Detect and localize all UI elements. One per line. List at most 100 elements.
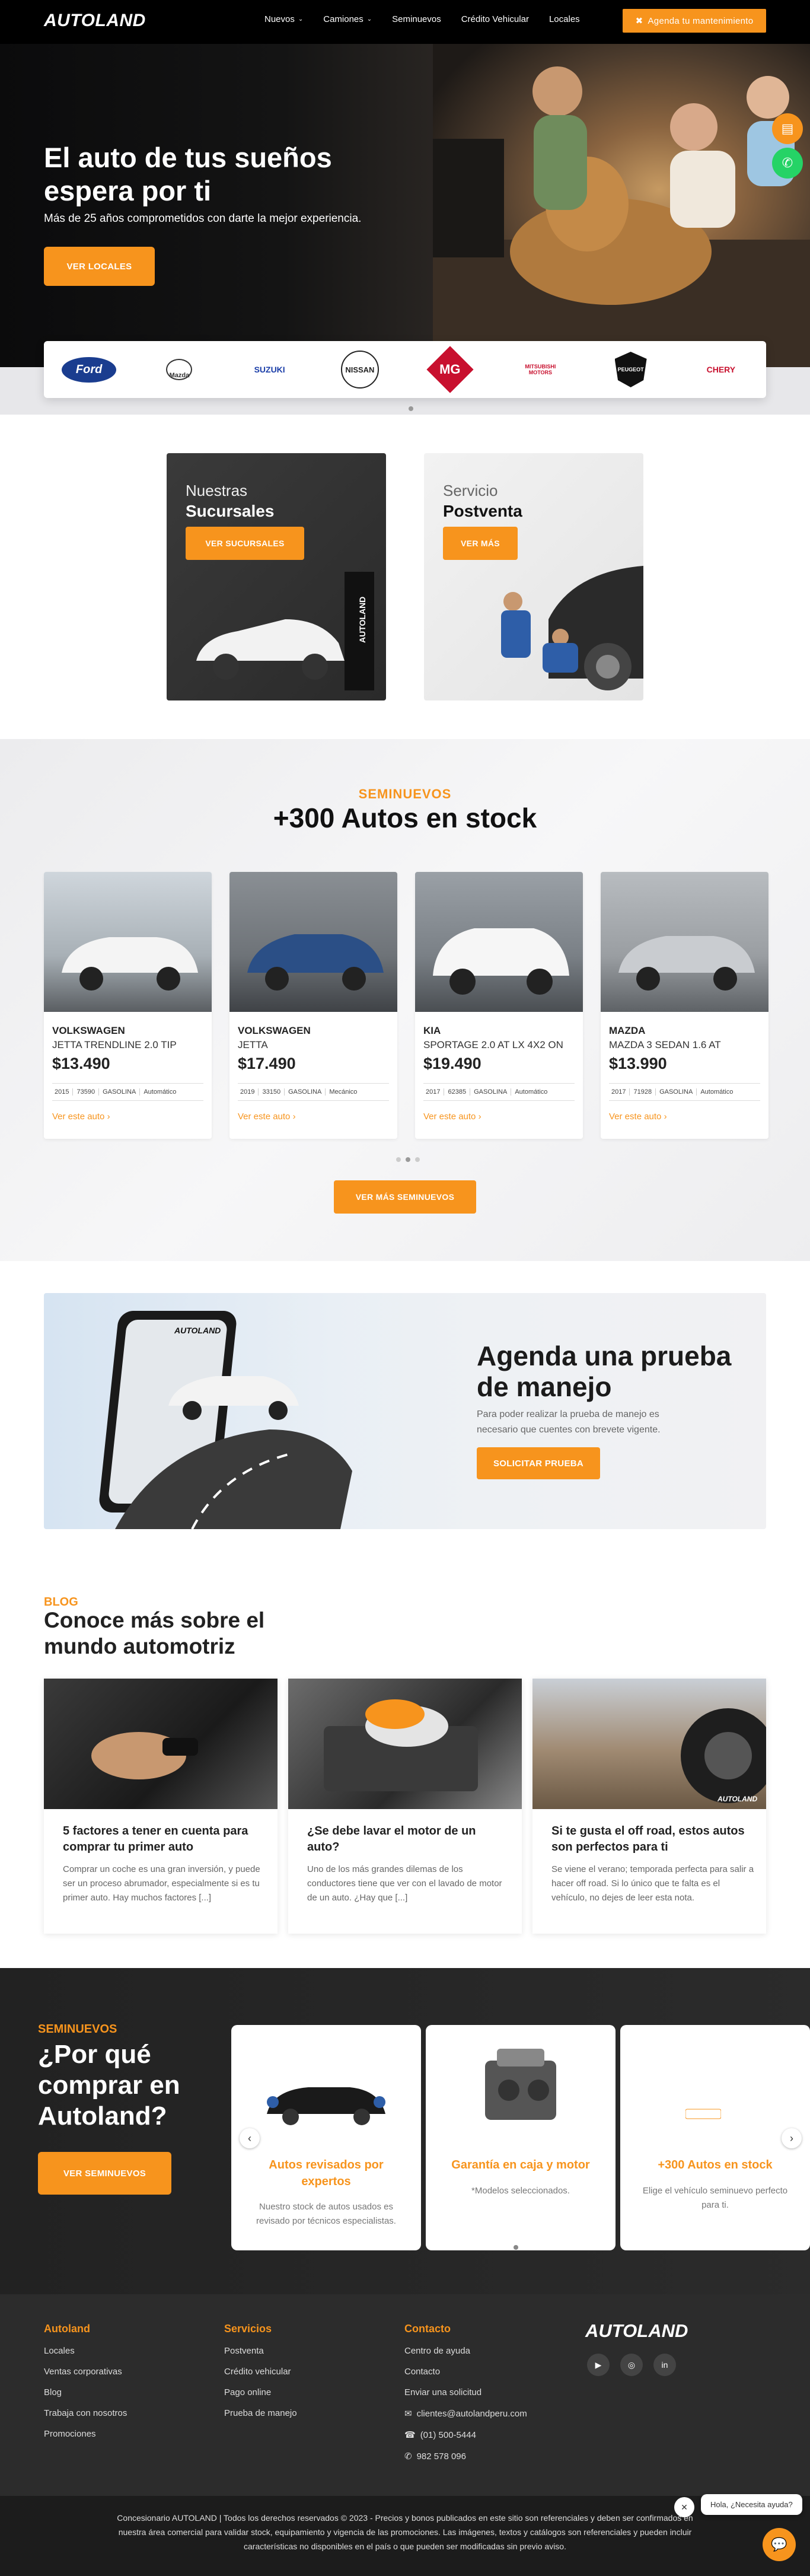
footer-link[interactable]: Blog (44, 2387, 127, 2397)
solicitar-prueba-button[interactable]: SOLICITAR PRUEBA (477, 1447, 600, 1479)
brand-suzuki-logo[interactable]: SUZUKI (231, 352, 308, 387)
chevron-right-icon: › (664, 1112, 667, 1122)
nav-credito[interactable]: Crédito Vehicular (461, 14, 529, 24)
car-card[interactable]: KIA SPORTAGE 2.0 AT LX 4X2 ON $19.490 20… (415, 872, 583, 1139)
nav-camiones[interactable]: Camiones ⌄ (323, 14, 372, 24)
footer-link[interactable]: Ventas corporativas (44, 2367, 127, 2377)
car-card[interactable]: MAZDA MAZDA 3 SEDAN 1.6 AT $13.990 2017 7… (601, 872, 768, 1139)
brand-ford-logo[interactable]: Ford (50, 352, 127, 387)
footer-link[interactable]: Contacto (404, 2367, 527, 2377)
chevron-down-icon: ⌄ (366, 16, 372, 23)
blog-post-title[interactable]: 5 factores a tener en cuenta para compra… (63, 1823, 264, 1855)
car-card[interactable]: VOLKSWAGEN JETTA $17.490 2019 33150 GASOLI… (229, 872, 397, 1139)
blog-photo-engine (288, 1679, 522, 1809)
nav-seminuevos[interactable]: Seminuevos (392, 14, 441, 24)
footer-link[interactable]: Prueba de manejo (224, 2408, 297, 2418)
car-brand: KIA (423, 1025, 441, 1036)
blog-post-card[interactable]: AUTOLAND Si te gusta el off road, estos … (532, 1679, 776, 1934)
brand-mg-logo[interactable]: MG (412, 346, 489, 393)
close-icon[interactable]: ✕ (674, 2497, 694, 2517)
carousel-dot[interactable] (406, 1157, 410, 1162)
agenda-mantenimiento-button[interactable]: ✖ Agenda tu mantenimiento (623, 9, 766, 33)
wrench-icon: ✖ (635, 16, 643, 26)
blog-post-title[interactable]: ¿Se debe lavar el motor de un auto? (307, 1823, 509, 1855)
site-logo[interactable]: AUTOLAND (44, 11, 146, 31)
car-specs: 2019 33150 GASOLINA Mecánico (238, 1083, 389, 1101)
services-section: Nuestras Sucursales VER SUCURSALES AUTOL… (0, 415, 810, 739)
footer-logo[interactable]: AUTOLAND (585, 2320, 688, 2342)
brand-nissan-logo[interactable]: NISSAN (321, 351, 398, 389)
chat-icon[interactable]: 💬 (763, 2528, 796, 2561)
car-card[interactable]: VOLKSWAGEN JETTA TRENDLINE 2.0 TIP $13.4… (44, 872, 212, 1139)
car-brand: VOLKSWAGEN (52, 1025, 125, 1036)
instagram-icon[interactable]: ◎ (620, 2354, 643, 2376)
footer-phone-link[interactable]: ☎ (01) 500-5444 (404, 2429, 527, 2441)
footer-link[interactable]: Enviar una solicitud (404, 2387, 527, 2397)
blog-post-title[interactable]: Si te gusta el off road, estos autos son… (551, 1823, 753, 1855)
ver-este-auto-link[interactable]: Ver este auto › (609, 1112, 667, 1122)
footer-link[interactable]: Promociones (44, 2429, 127, 2439)
youtube-icon[interactable]: ▶ (587, 2354, 610, 2376)
car-price: $13.990 (609, 1055, 667, 1072)
car-photo (601, 872, 768, 1012)
footer-email-link[interactable]: ✉ clientes@autolandperu.com (404, 2408, 527, 2419)
engine-illustration (485, 2049, 556, 2120)
site-header: AUTOLAND Nuevos ⌄ Camiones ⌄ Seminuevos Cr… (0, 0, 810, 44)
document-icon[interactable]: ▤ (772, 113, 803, 144)
footer-link[interactable]: Crédito vehicular (224, 2367, 297, 2377)
sucursales-card[interactable]: Nuestras Sucursales VER SUCURSALES AUTOL… (167, 453, 386, 700)
brand-peugeot-logo[interactable]: PEUGEOT (592, 352, 669, 387)
ver-seminuevos-button[interactable]: VER SEMINUEVOS (38, 2152, 171, 2195)
carousel-dot[interactable] (409, 406, 413, 411)
ver-locales-button[interactable]: VER LOCALES (44, 247, 155, 286)
brand-chery-logo[interactable]: CHERY (683, 352, 760, 387)
car-price: $17.490 (238, 1055, 296, 1072)
blog-post-card[interactable]: 5 factores a tener en cuenta para compra… (44, 1679, 278, 1934)
ver-este-auto-link[interactable]: Ver este auto › (238, 1112, 296, 1122)
whatsapp-icon: ✆ (404, 2451, 412, 2462)
linkedin-icon[interactable]: in (653, 2354, 676, 2376)
blog-photo-key (44, 1679, 278, 1809)
blog-post-card[interactable]: ¿Se debe lavar el motor de un auto? Uno … (288, 1679, 522, 1934)
footer-link[interactable]: Locales (44, 2346, 127, 2356)
whatsapp-icon[interactable]: ✆ (772, 148, 803, 179)
stock-carousel-dots (394, 1154, 422, 1165)
footer-col-autoland: Autoland Locales Ventas corporativas Blo… (44, 2323, 127, 2439)
hero-carousel-dots (406, 403, 416, 414)
stock-kicker: SEMINUEVOS (358, 787, 452, 801)
chevron-right-icon[interactable]: › (782, 2128, 802, 2148)
ver-sucursales-button[interactable]: VER SUCURSALES (186, 527, 304, 560)
footer-link[interactable]: Trabaja con nosotros (44, 2408, 127, 2418)
car-model: MAZDA 3 SEDAN 1.6 AT (609, 1039, 721, 1050)
ver-este-auto-link[interactable]: Ver este auto › (423, 1112, 481, 1122)
stock-badge-illustration (685, 2109, 721, 2119)
mechanic-illustration (501, 566, 643, 690)
footer-link[interactable]: Postventa (224, 2346, 297, 2356)
chat-greeting-bubble[interactable]: Hola, ¿Necesita ayuda? (701, 2494, 802, 2515)
ver-este-auto-link[interactable]: Ver este auto › (52, 1112, 110, 1122)
why-carousel-dots (511, 2242, 521, 2253)
main-nav: Nuevos ⌄ Camiones ⌄ Seminuevos Crédito Veh… (264, 14, 600, 24)
carousel-dot[interactable] (415, 1157, 420, 1162)
chevron-left-icon[interactable]: ‹ (240, 2128, 260, 2148)
brand-mitsubishi-logo[interactable]: MITSUBISHI MOTORS (502, 352, 579, 387)
hero-illustration (433, 66, 810, 367)
brand-mazda-logo[interactable]: Mazda (141, 352, 218, 387)
blog-post-excerpt: Comprar un coche es una gran inversión, … (63, 1864, 260, 1903)
car-price: $19.490 (423, 1055, 481, 1072)
brand-logos-bar: Ford Mazda SUZUKI NISSAN MG MITSUBISHI M… (44, 341, 766, 398)
test-drive-title: Agenda una prueba de manejo (477, 1340, 732, 1402)
footer-whatsapp-link[interactable]: ✆ 982 578 096 (404, 2451, 527, 2462)
carousel-dot[interactable] (396, 1157, 401, 1162)
why-title: ¿Por qué comprar en Autoland? (38, 2040, 180, 2131)
photo-watermark-logo: AUTOLAND (717, 1795, 758, 1803)
test-drive-illustration: AUTOLAND (99, 1311, 352, 1529)
chevron-right-icon: › (107, 1112, 110, 1122)
carousel-dot[interactable] (514, 2245, 518, 2250)
ver-mas-seminuevos-button[interactable]: VER MÁS SEMINUEVOS (334, 1180, 476, 1214)
footer-link[interactable]: Centro de ayuda (404, 2346, 527, 2356)
nav-nuevos[interactable]: Nuevos ⌄ (264, 14, 303, 24)
nav-locales[interactable]: Locales (549, 14, 580, 24)
footer-link[interactable]: Pago online (224, 2387, 297, 2397)
postventa-card[interactable]: Servicio Postventa VER MÁS (424, 453, 643, 700)
